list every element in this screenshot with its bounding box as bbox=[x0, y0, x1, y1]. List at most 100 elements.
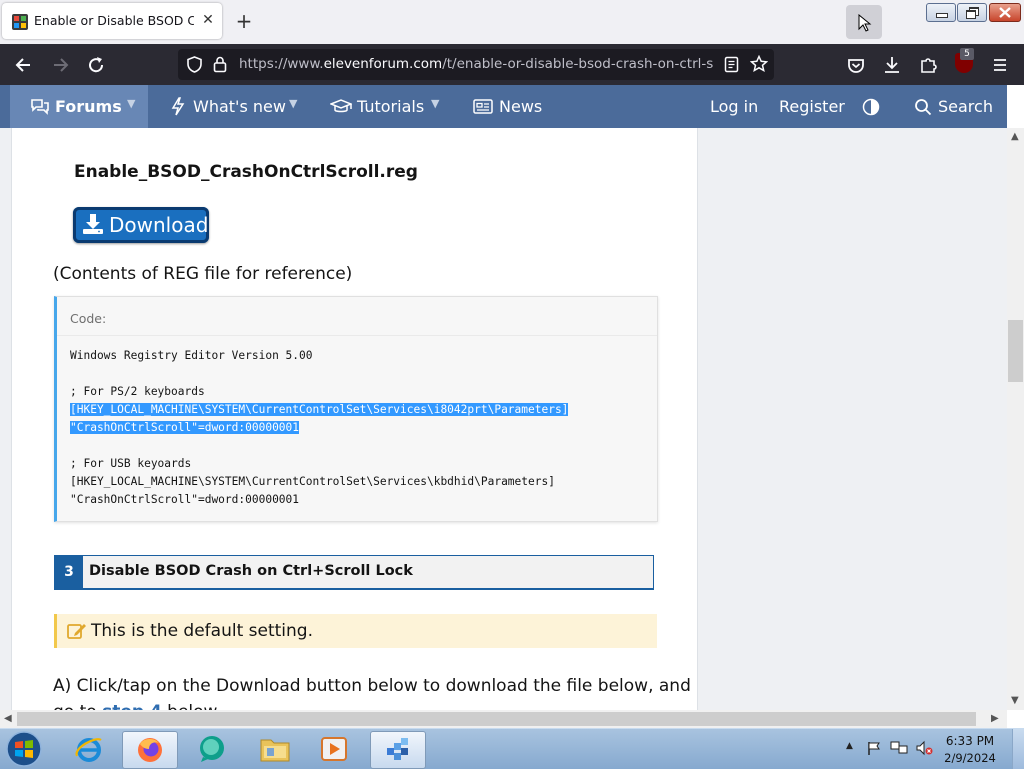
reader-view-icon[interactable] bbox=[724, 56, 739, 73]
extension-badge-count: 5 bbox=[960, 48, 974, 60]
code-line-selected[interactable]: "CrashOnCtrlScroll"=dword:00000001 bbox=[70, 419, 300, 437]
url-bar[interactable]: https://www.elevenforum.com/t/enable-or-… bbox=[178, 49, 774, 80]
newspaper-icon bbox=[473, 99, 493, 114]
folder-icon bbox=[260, 739, 290, 762]
mouse-cursor-icon bbox=[858, 14, 872, 32]
nav-tab-label: Tutorials bbox=[357, 97, 425, 116]
horizontal-scrollbar-thumb[interactable] bbox=[17, 712, 976, 726]
nav-tab-tutorials[interactable]: Tutorials ▼ bbox=[330, 85, 445, 128]
url-domain: elevenforum.com bbox=[323, 56, 443, 72]
network-icon[interactable] bbox=[890, 740, 908, 756]
list-all-tabs-button[interactable] bbox=[846, 5, 882, 39]
site-favicon-icon bbox=[12, 14, 28, 30]
chat-app-icon bbox=[200, 736, 224, 762]
tab-close-icon[interactable]: ✕ bbox=[199, 11, 217, 29]
theme-toggle-icon[interactable] bbox=[862, 98, 880, 116]
code-line[interactable]: Windows Registry Editor Version 5.00 bbox=[70, 347, 312, 365]
flash-icon bbox=[171, 97, 185, 116]
step-header: 3 Disable BSOD Crash on Ctrl+Scroll Lock bbox=[54, 555, 654, 590]
comments-icon bbox=[31, 99, 49, 115]
code-line[interactable]: ; For PS/2 keyboards bbox=[70, 383, 205, 401]
site-nav-bar: Forums ▼ What's new ▼ Tutorials ▼ News L… bbox=[0, 85, 1007, 128]
url-path: /t/enable-or-disable-bsod-crash-on-ctrl-… bbox=[442, 56, 713, 72]
edit-note-icon bbox=[67, 624, 86, 639]
scroll-down-arrow-icon[interactable]: ▼ bbox=[1011, 695, 1019, 706]
action-center-flag-icon[interactable] bbox=[866, 740, 882, 756]
forward-icon[interactable] bbox=[47, 52, 73, 78]
search-icon bbox=[915, 99, 932, 116]
vertical-scrollbar[interactable]: ▲ ▼ bbox=[1007, 128, 1024, 710]
shield-icon[interactable] bbox=[186, 56, 203, 73]
new-tab-button[interactable]: + bbox=[232, 9, 256, 33]
registry-editor-icon bbox=[387, 738, 408, 760]
step-4-link[interactable]: step 4 bbox=[102, 702, 162, 710]
lock-icon[interactable] bbox=[213, 56, 227, 73]
vertical-scrollbar-thumb[interactable] bbox=[1008, 320, 1023, 382]
clock-time[interactable]: 6:33 PM bbox=[940, 734, 1000, 748]
note-callout: This is the default setting. bbox=[54, 614, 657, 648]
code-block[interactable]: Code: Windows Registry Editor Version 5.… bbox=[54, 296, 658, 522]
search-label: Search bbox=[938, 97, 993, 116]
tab-strip: Enable or Disable BSOD Crash o ✕ + bbox=[0, 0, 1024, 44]
firefox-icon bbox=[138, 738, 162, 762]
show-desktop-button[interactable] bbox=[1012, 729, 1024, 769]
code-line[interactable]: "CrashOnCtrlScroll"=dword:00000001 bbox=[70, 491, 299, 509]
windows-taskbar: ▲ 6:33 PM 2/9/2024 bbox=[0, 728, 1024, 769]
taskbar-file-explorer[interactable] bbox=[248, 731, 302, 767]
url-prefix: https://www. bbox=[239, 56, 324, 72]
taskbar-chat-app[interactable] bbox=[185, 731, 239, 767]
hamburger-menu-icon[interactable] bbox=[987, 52, 1013, 78]
tab-title: Enable or Disable BSOD Crash o bbox=[34, 13, 194, 28]
register-link[interactable]: Register bbox=[779, 97, 845, 117]
taskbar-registry-editor[interactable] bbox=[370, 731, 426, 769]
nav-tab-label: What's new bbox=[193, 97, 286, 116]
internet-explorer-icon bbox=[75, 738, 102, 762]
note-text: This is the default setting. bbox=[91, 621, 313, 641]
back-icon[interactable] bbox=[11, 52, 37, 78]
bookmark-star-icon[interactable] bbox=[750, 55, 768, 73]
window-restore-button[interactable] bbox=[957, 3, 987, 22]
scroll-right-arrow-icon[interactable]: ▶ bbox=[991, 713, 999, 724]
downloads-icon[interactable] bbox=[879, 52, 905, 78]
reload-icon[interactable] bbox=[83, 52, 109, 78]
search-button[interactable]: Search bbox=[914, 85, 1004, 128]
nav-tab-label: Forums bbox=[55, 97, 122, 116]
taskbar-internet-explorer[interactable] bbox=[63, 731, 117, 767]
taskbar-media-player[interactable] bbox=[307, 731, 361, 767]
nav-tab-whats-new[interactable]: What's new ▼ bbox=[170, 85, 305, 128]
nav-tab-news[interactable]: News bbox=[473, 85, 543, 128]
code-line[interactable]: [HKEY_LOCAL_MACHINE\SYSTEM\CurrentContro… bbox=[70, 473, 555, 491]
window-close-button[interactable] bbox=[989, 3, 1021, 22]
clock-date[interactable]: 2/9/2024 bbox=[940, 751, 1000, 765]
scroll-up-arrow-icon[interactable]: ▲ bbox=[1011, 131, 1019, 142]
step-number-badge: 3 bbox=[55, 556, 83, 588]
instruction-paragraph: A) Click/tap on the Download button belo… bbox=[53, 676, 691, 696]
window-minimize-button[interactable] bbox=[926, 3, 956, 22]
dropdown-caret-icon[interactable]: ▼ bbox=[289, 97, 297, 110]
contents-note: (Contents of REG file for reference) bbox=[53, 264, 353, 284]
taskbar-firefox[interactable] bbox=[122, 731, 178, 769]
pocket-icon[interactable] bbox=[843, 52, 869, 78]
code-line[interactable]: ; For USB keyoards bbox=[70, 455, 191, 473]
start-button-icon[interactable] bbox=[4, 730, 44, 768]
paragraph-text: go to bbox=[53, 702, 102, 710]
download-label: Download bbox=[109, 213, 209, 237]
dropdown-caret-icon[interactable]: ▼ bbox=[127, 97, 135, 110]
browser-tab[interactable]: Enable or Disable BSOD Crash o ✕ bbox=[2, 3, 222, 39]
article-content: Enable_BSOD_CrashOnCtrlScroll.reg Downlo… bbox=[11, 128, 698, 710]
scroll-left-arrow-icon[interactable]: ◀ bbox=[4, 713, 12, 724]
extensions-icon[interactable] bbox=[915, 52, 941, 78]
browser-toolbar: https://www.elevenforum.com/t/enable-or-… bbox=[0, 44, 1024, 85]
login-link[interactable]: Log in bbox=[710, 97, 758, 117]
graduation-cap-icon bbox=[330, 99, 352, 113]
download-button[interactable]: Download bbox=[73, 207, 209, 243]
step-title: Disable BSOD Crash on Ctrl+Scroll Lock bbox=[89, 563, 413, 579]
show-hidden-icons-arrow[interactable]: ▲ bbox=[846, 741, 853, 751]
dropdown-caret-icon[interactable]: ▼ bbox=[431, 97, 439, 110]
code-line-selected[interactable]: [HKEY_LOCAL_MACHINE\SYSTEM\CurrentContro… bbox=[70, 401, 569, 419]
instruction-paragraph-cont: go to step 4 below. bbox=[53, 702, 221, 710]
nav-tab-forums[interactable]: Forums ▼ bbox=[10, 85, 148, 128]
volume-muted-icon[interactable] bbox=[915, 740, 933, 756]
url-text[interactable]: https://www.elevenforum.com/t/enable-or-… bbox=[239, 56, 713, 74]
reg-file-name: Enable_BSOD_CrashOnCtrlScroll.reg bbox=[74, 162, 418, 182]
